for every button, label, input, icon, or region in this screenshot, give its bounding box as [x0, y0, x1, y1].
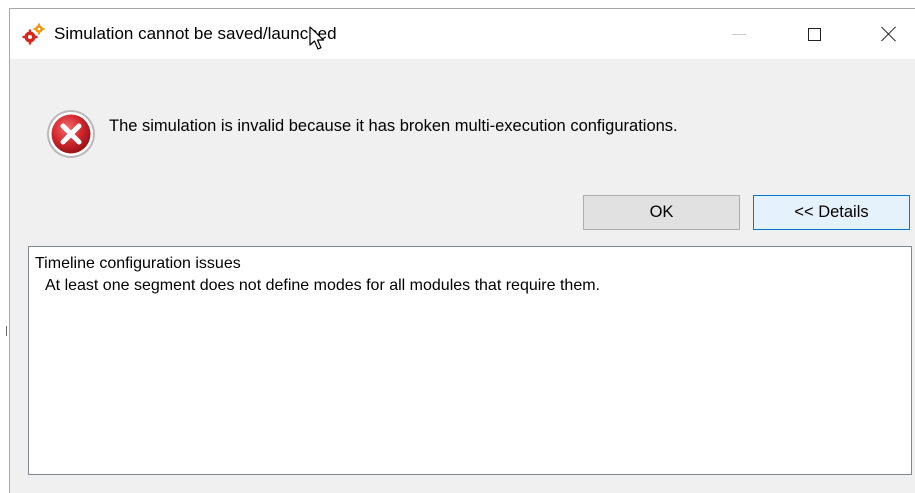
maximize-button[interactable]	[791, 9, 837, 59]
close-button[interactable]	[866, 9, 912, 59]
gear-app-icon	[22, 23, 45, 45]
window-edge-mark	[6, 326, 7, 336]
details-heading: Timeline configuration issues	[35, 255, 241, 272]
mouse-cursor-icon	[309, 26, 325, 50]
details-text-area[interactable]: Timeline configuration issues At least o…	[28, 246, 912, 475]
close-icon	[881, 26, 897, 42]
ok-button[interactable]: OK	[583, 195, 740, 230]
details-item: At least one segment does not define mod…	[45, 277, 600, 294]
error-icon	[47, 110, 95, 158]
minimize-button[interactable]	[716, 9, 762, 59]
error-message: The simulation is invalid because it has…	[109, 117, 678, 135]
minimize-icon	[732, 33, 746, 35]
window-title: Simulation cannot be saved/launched	[54, 24, 337, 43]
maximize-icon	[807, 27, 821, 41]
title-bar[interactable]: Simulation cannot be saved/launched	[10, 9, 915, 59]
details-toggle-button[interactable]: << Details	[753, 195, 910, 230]
error-dialog: Simulation cannot be saved/launched The …	[9, 8, 915, 493]
